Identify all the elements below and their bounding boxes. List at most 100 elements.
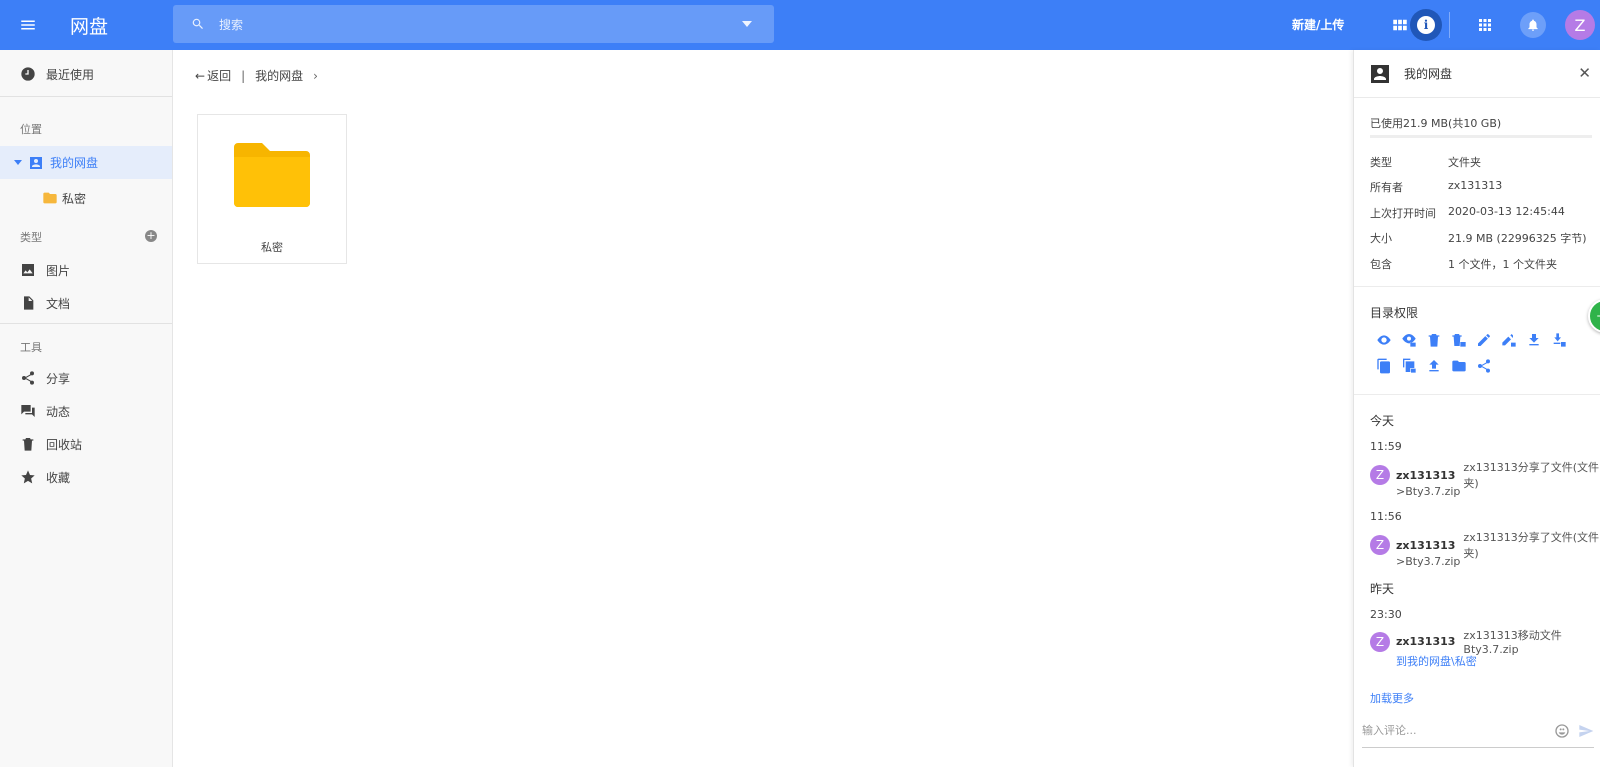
account-box-icon: [30, 156, 42, 169]
detail-value: 21.9 MB (22996325 字节): [1448, 232, 1587, 245]
user-avatar[interactable]: Z: [1565, 10, 1595, 40]
detail-key: 类型: [1370, 156, 1392, 169]
account-box-icon: [1371, 64, 1389, 83]
detail-value: 1 个文件，1 个文件夹: [1448, 258, 1557, 271]
activity-entry: Z zx131313 zx131313移动文件Bty3.7.zip: [1370, 627, 1600, 656]
sidebar-item-images[interactable]: 图片: [0, 255, 172, 285]
breadcrumb: ← 返回 | 我的网盘 ›: [195, 67, 318, 84]
activity-avatar: Z: [1370, 465, 1390, 485]
folder-name: 私密: [261, 241, 283, 254]
apps-grid-icon: [1479, 19, 1491, 31]
view-eye-icon[interactable]: [1376, 332, 1392, 348]
activity-time: 11:56: [1370, 510, 1402, 523]
load-more-link[interactable]: 加载更多: [1370, 690, 1414, 706]
document-icon: [24, 296, 34, 310]
panel-divider: [1354, 286, 1600, 287]
activity-user[interactable]: zx131313: [1396, 539, 1455, 552]
search-input[interactable]: 搜索: [219, 16, 742, 33]
trash-icon: [22, 438, 34, 451]
copy-managed-icon[interactable]: [1401, 358, 1417, 374]
activity-user[interactable]: zx131313: [1396, 469, 1455, 482]
copy-icon[interactable]: [1376, 358, 1392, 374]
sidebar-item-favorites[interactable]: 收藏: [0, 462, 172, 492]
sidebar-item-label: 图片: [46, 263, 71, 278]
sidebar-item-label: 私密: [62, 191, 87, 206]
activity-target: >Bty3.7.zip: [1396, 555, 1461, 568]
search-options-dropdown-icon[interactable]: [742, 21, 752, 27]
activity-avatar: Z: [1370, 631, 1390, 652]
activity-description: zx131313分享了文件(文件夹): [1463, 461, 1599, 490]
add-type-button[interactable]: +: [145, 230, 157, 242]
emoji-icon[interactable]: [1554, 723, 1570, 739]
sidebar-divider: [0, 96, 172, 97]
breadcrumb-separator: |: [241, 68, 246, 83]
comment-input[interactable]: [1362, 724, 1554, 737]
hamburger-icon: [21, 20, 35, 30]
notifications-button[interactable]: [1520, 12, 1546, 38]
folder-icon: [43, 192, 57, 204]
app-title: 网盘: [70, 15, 109, 38]
activity-avatar: Z: [1370, 535, 1390, 555]
sidebar-item-label: 回收站: [46, 437, 83, 452]
activity-yesterday-label: 昨天: [1370, 582, 1395, 596]
sidebar-item-activity[interactable]: 动态: [0, 396, 172, 426]
send-icon[interactable]: [1578, 723, 1594, 739]
apps-button[interactable]: [1473, 13, 1497, 37]
star-icon: [21, 470, 35, 484]
sidebar-item-my-drive[interactable]: 我的网盘: [0, 146, 172, 179]
menu-button[interactable]: [0, 0, 56, 50]
edit-icon[interactable]: [1476, 332, 1492, 348]
folder-permission-icon[interactable]: [1451, 358, 1467, 374]
back-button[interactable]: ← 返回: [195, 67, 231, 84]
info-button[interactable]: i: [1410, 9, 1442, 41]
search-icon: [192, 18, 203, 29]
upload-icon[interactable]: [1426, 358, 1442, 374]
info-icon: i: [1417, 16, 1435, 34]
activity-today-label: 今天: [1370, 414, 1395, 428]
section-location-label: 位置: [20, 123, 42, 136]
header-divider: [1449, 12, 1450, 38]
share-permission-icon[interactable]: [1476, 358, 1492, 374]
edit-managed-icon[interactable]: [1501, 332, 1517, 348]
sidebar-item-share[interactable]: 分享: [0, 363, 172, 393]
delete-managed-icon[interactable]: [1451, 332, 1467, 348]
detail-key: 上次打开时间: [1370, 207, 1436, 220]
activity-description: zx131313移动文件Bty3.7.zip: [1463, 629, 1562, 656]
detail-value: 文件夹: [1448, 156, 1481, 169]
share-icon: [22, 371, 34, 385]
section-tools-label: 工具: [20, 341, 42, 354]
activity-user[interactable]: zx131313: [1396, 635, 1455, 648]
detail-value: zx131313: [1448, 179, 1503, 192]
section-type-label: 类型: [20, 231, 42, 244]
activity-description: zx131313分享了文件(文件夹): [1463, 531, 1599, 560]
expand-caret-icon[interactable]: [14, 160, 22, 165]
permissions-row-1: [1376, 332, 1576, 348]
search-bar[interactable]: 搜索: [173, 5, 774, 43]
sidebar-item-trash[interactable]: 回收站: [0, 429, 172, 459]
sidebar-item-label: 收藏: [46, 470, 71, 485]
new-upload-button[interactable]: 新建/上传: [1292, 16, 1344, 33]
folder-tile[interactable]: 私密: [197, 114, 347, 264]
view-managed-icon[interactable]: [1401, 332, 1417, 348]
grid-view-button[interactable]: [1388, 13, 1412, 37]
sidebar-item-label: 最近使用: [46, 67, 95, 82]
bell-icon: [1528, 19, 1538, 31]
download-managed-icon[interactable]: [1551, 332, 1567, 348]
sidebar-item-docs[interactable]: 文档: [0, 288, 172, 318]
activity-target-link[interactable]: 到我的网盘\私密: [1396, 653, 1477, 669]
delete-icon[interactable]: [1426, 332, 1442, 348]
detail-row: 所有者 zx131313: [1370, 179, 1502, 195]
chevron-right-icon[interactable]: ›: [313, 69, 318, 83]
sidebar-item-recent[interactable]: 最近使用: [0, 59, 172, 89]
download-icon[interactable]: [1526, 332, 1542, 348]
comment-box: [1362, 714, 1594, 748]
breadcrumb-current[interactable]: 我的网盘: [255, 67, 303, 84]
detail-key: 所有者: [1370, 181, 1403, 194]
sidebar-item-label: 分享: [46, 371, 71, 386]
sidebar-item-label: 动态: [46, 404, 71, 419]
activity-time: 11:59: [1370, 440, 1402, 453]
sidebar-item-private-folder[interactable]: 私密: [0, 183, 172, 213]
back-arrow-icon: ←: [195, 68, 206, 83]
detail-value: 2020-03-13 12:45:44: [1448, 205, 1565, 218]
close-icon[interactable]: ✕: [1578, 64, 1591, 82]
